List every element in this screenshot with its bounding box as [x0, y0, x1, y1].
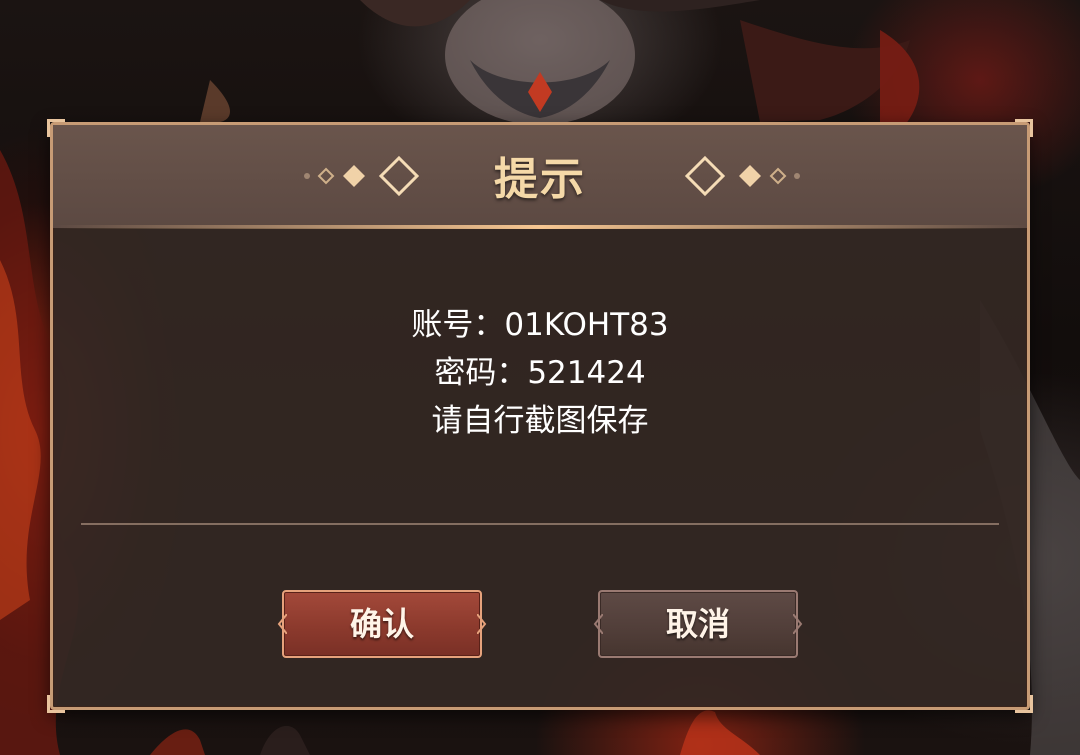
- dialog-message: 账号：01KOHT83 密码：521424 请自行截图保存: [53, 301, 1027, 445]
- confirm-button-label: 确认: [349, 605, 414, 643]
- header-glow-divider: [53, 225, 1027, 229]
- button-notch-icon: [593, 614, 603, 634]
- confirm-button[interactable]: 确认: [277, 590, 487, 658]
- corner-decoration: [47, 695, 65, 713]
- screenshot-hint-line: 请自行截图保存: [431, 403, 649, 439]
- account-line: 账号：01KOHT83: [411, 307, 669, 343]
- dialog-header: 提示: [53, 125, 1027, 228]
- content-divider: [81, 523, 999, 525]
- cancel-button[interactable]: 取消: [593, 590, 803, 658]
- button-notch-icon: [793, 614, 803, 634]
- corner-decoration: [1015, 695, 1033, 713]
- prompt-dialog: 提示 账号：01KOHT83 密码：521424 请自行截图保存 确认 取消: [47, 119, 1033, 713]
- diamond-ornament-icon: [684, 155, 800, 197]
- cancel-button-label: 取消: [665, 605, 730, 643]
- game-screen: 提示 账号：01KOHT83 密码：521424 请自行截图保存 确认 取消: [0, 0, 1080, 755]
- button-notch-icon: [477, 614, 487, 634]
- dialog-title: 提示: [494, 154, 586, 205]
- button-notch-icon: [277, 614, 287, 634]
- password-line: 密码：521424: [434, 355, 646, 391]
